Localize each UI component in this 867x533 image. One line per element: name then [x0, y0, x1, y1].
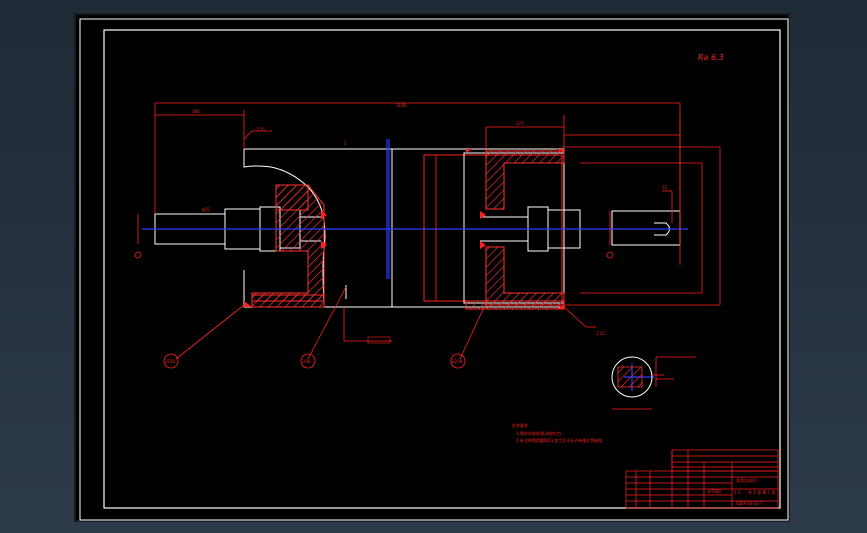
notes-title: 技术要求	[512, 422, 528, 428]
notes-line-1: 1.铸件时效处理,消除应力.	[516, 430, 562, 436]
drum-assembly	[154, 148, 681, 308]
svg-text:φ55: φ55	[202, 207, 210, 212]
cad-drawing-canvas[interactable]: Ra 6.3 1180 180 270 12 1.25 5 φ55 1.25 2…	[74, 13, 790, 522]
tag-left: 2210	[165, 359, 176, 364]
scale: 1:1	[734, 490, 741, 495]
svg-text:5: 5	[344, 141, 347, 146]
cad-drawing: Ra 6.3 1180 180 270 12 1.25 5 φ55 1.25 2…	[79, 18, 789, 521]
svg-text:12: 12	[662, 185, 668, 190]
inner-border	[103, 29, 781, 509]
roughness-note: Ra 6.3	[698, 53, 724, 62]
notes-line-2: 2.未注明铸造圆角R3,加工后不允许有缩孔等缺陷.	[516, 437, 604, 443]
centre-axis	[142, 139, 688, 391]
svg-text:180: 180	[192, 109, 200, 114]
sheet-count: 共 1 张 第 1 张	[748, 489, 775, 495]
svg-text:270: 270	[516, 121, 524, 126]
drawing-number: GDJX-03-03-7	[736, 501, 763, 506]
tag-right: 2208	[452, 359, 463, 364]
svg-text:1180: 1180	[396, 103, 407, 108]
svg-text:1.25: 1.25	[256, 127, 265, 132]
part-name: 滚筒总成(1)	[736, 477, 758, 483]
tag-middle: 206	[303, 359, 311, 364]
technical-notes: 技术要求 1.铸件时效处理,消除应力. 2.未注明铸造圆角R3,加工后不允许有缩…	[512, 422, 604, 443]
hatch-sections	[251, 150, 565, 310]
material: HT200	[708, 489, 722, 494]
svg-text:1.25: 1.25	[596, 331, 605, 336]
leader-balloons: 2210 206 2208	[163, 353, 466, 369]
outer-border	[79, 18, 789, 521]
section-view	[611, 356, 696, 410]
